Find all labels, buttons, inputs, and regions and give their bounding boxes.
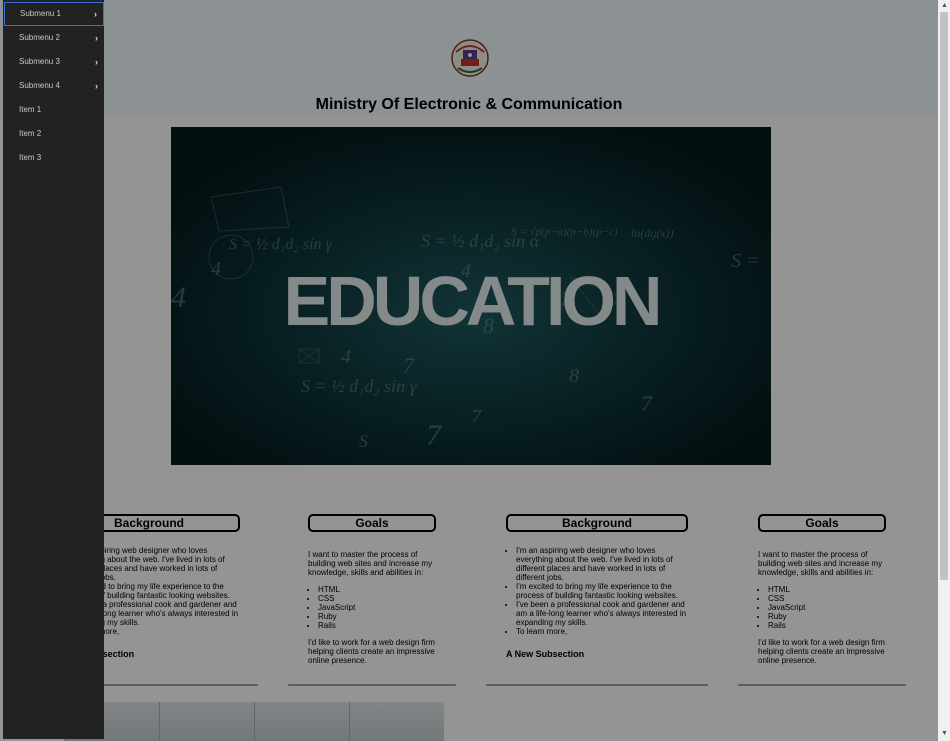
- page-overlay[interactable]: [0, 0, 938, 741]
- sidebar-item-label: Submenu 2: [19, 33, 60, 42]
- scroll-up-arrow-icon[interactable]: ▲: [941, 2, 948, 9]
- sidebar-item-label: Submenu 4: [19, 81, 60, 90]
- sidebar-item-label: Submenu 1: [20, 9, 61, 18]
- sidebar-item-submenu-1[interactable]: Submenu 1 ›: [4, 2, 104, 26]
- sidebar-item-submenu-4[interactable]: Submenu 4 ›: [3, 74, 104, 98]
- scroll-down-arrow-icon[interactable]: ▼: [941, 730, 948, 737]
- page: Ministry Of Electronic & Communication S…: [0, 0, 938, 741]
- sidebar-item-submenu-3[interactable]: Submenu 3 ›: [3, 50, 104, 74]
- chevron-right-icon: ›: [95, 81, 98, 91]
- chevron-right-icon: ›: [94, 9, 97, 19]
- sidebar-item-label: Item 1: [19, 105, 42, 114]
- sidebar-item-label: Item 2: [19, 129, 42, 138]
- sidebar-item-item-3[interactable]: Item 3: [3, 146, 104, 170]
- scrollbar-thumb[interactable]: [940, 12, 948, 580]
- chevron-right-icon: ›: [95, 33, 98, 43]
- chevron-right-icon: ›: [95, 57, 98, 67]
- sidebar-item-item-2[interactable]: Item 2: [3, 122, 104, 146]
- sidebar-item-label: Submenu 3: [19, 57, 60, 66]
- sidebar-item-submenu-2[interactable]: Submenu 2 ›: [3, 26, 104, 50]
- sidebar-item-label: Item 3: [19, 153, 42, 162]
- sidebar-menu: Submenu 1 › Submenu 2 › Submenu 3 › Subm…: [3, 0, 104, 739]
- sidebar-item-item-1[interactable]: Item 1: [3, 98, 104, 122]
